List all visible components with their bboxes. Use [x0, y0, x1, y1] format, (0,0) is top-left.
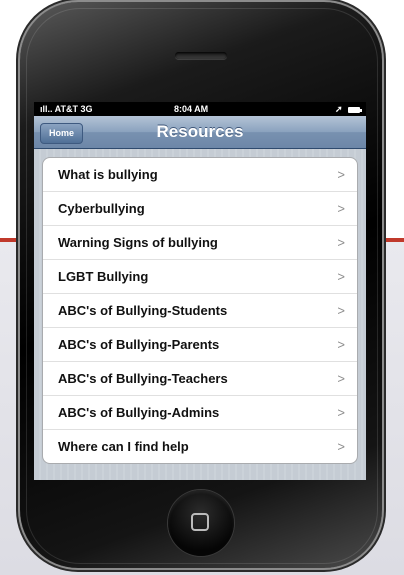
list-item[interactable]: What is bullying >	[43, 158, 357, 192]
list-item-label: ABC's of Bullying-Students	[58, 303, 228, 318]
chevron-right-icon: >	[337, 235, 345, 250]
list-item[interactable]: Cyberbullying >	[43, 192, 357, 226]
list-item-label: ABC's of Bullying-Parents	[58, 337, 220, 352]
navigation-bar: Resources Home	[34, 116, 366, 149]
signal-bars-icon: ıll..	[40, 104, 55, 114]
home-button[interactable]	[168, 490, 234, 556]
list-item-label: ABC's of Bullying-Teachers	[58, 371, 228, 386]
chevron-right-icon: >	[337, 371, 345, 386]
list-item[interactable]: LGBT Bullying >	[43, 260, 357, 294]
list-item[interactable]: Warning Signs of bullying >	[43, 226, 357, 260]
list-item[interactable]: ABC's of Bullying-Admins >	[43, 396, 357, 430]
chevron-right-icon: >	[337, 201, 345, 216]
list-item[interactable]: Where can I find help >	[43, 430, 357, 463]
list-item-label: Cyberbullying	[58, 201, 145, 216]
location-arrow-icon: ➚	[334, 104, 343, 114]
home-square-icon	[191, 513, 209, 531]
chevron-right-icon: >	[337, 405, 345, 420]
earpiece-speaker	[175, 52, 227, 59]
chevron-right-icon: >	[337, 167, 345, 182]
carrier-label: AT&T 3G	[54, 104, 93, 114]
list-item[interactable]: ABC's of Bullying-Parents >	[43, 328, 357, 362]
chevron-right-icon: >	[337, 439, 345, 454]
carrier-status: ıll.. AT&T 3G	[40, 102, 93, 116]
scene: ıll.. AT&T 3G 8:04 AM ➚ Resources Home W…	[0, 0, 404, 575]
status-bar: ıll.. AT&T 3G 8:04 AM ➚	[34, 102, 366, 116]
phone-screen: ıll.. AT&T 3G 8:04 AM ➚ Resources Home W…	[34, 102, 366, 480]
list-item-label: LGBT Bullying	[58, 269, 149, 284]
chevron-right-icon: >	[337, 337, 345, 352]
table-view: What is bullying > Cyberbullying > Warning S…	[34, 149, 366, 480]
status-time: 8:04 AM	[174, 104, 209, 114]
list-item-label: Warning Signs of bullying	[58, 235, 218, 250]
status-right-icons: ➚	[334, 102, 362, 116]
list-item-label: What is bullying	[58, 167, 158, 182]
chevron-right-icon: >	[337, 303, 345, 318]
list-item-label: ABC's of Bullying-Admins	[58, 405, 220, 420]
list-item[interactable]: ABC's of Bullying-Teachers >	[43, 362, 357, 396]
page-title: Resources	[156, 122, 244, 141]
list-item[interactable]: ABC's of Bullying-Students >	[43, 294, 357, 328]
home-back-button[interactable]: Home	[40, 123, 84, 144]
list-item-label: Where can I find help	[58, 439, 189, 454]
chevron-right-icon: >	[337, 269, 345, 284]
resources-list: What is bullying > Cyberbullying > Warning S…	[42, 157, 358, 464]
battery-icon	[348, 106, 362, 113]
